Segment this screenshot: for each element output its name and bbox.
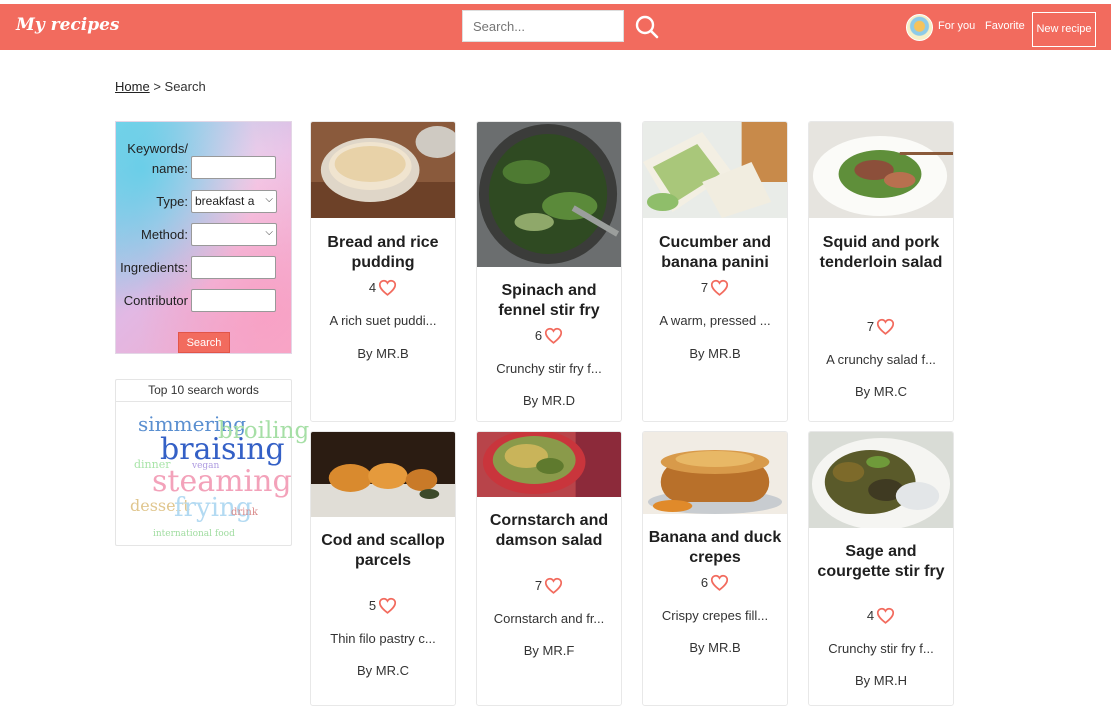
chevron-down-icon: ⌵	[265, 194, 273, 205]
nav-favorite[interactable]: Favorite	[985, 20, 1025, 32]
heart-icon[interactable]	[710, 279, 729, 296]
recipe-author: By MR.D	[523, 393, 575, 408]
recipe-likes: 6	[477, 327, 621, 344]
like-count: 6	[700, 575, 709, 591]
recipe-title[interactable]: Cucumber and banana panini	[647, 233, 783, 272]
recipe-title[interactable]: Squid and pork tenderloin salad	[813, 233, 949, 272]
top-search-words-panel: Top 10 search words simmering broiling b…	[115, 379, 309, 546]
recipe-card[interactable]: Spinach and fennel stir fry 6 Crunchy st…	[476, 121, 622, 422]
recipe-title[interactable]: Cod and scallop parcels	[315, 531, 451, 570]
recipe-description: A rich suet puddi...	[329, 313, 437, 328]
recipe-description: Cornstarch and fr...	[493, 611, 605, 626]
word-cloud-item[interactable]: drink	[231, 508, 258, 518]
type-select-value: breakfast a	[195, 194, 255, 208]
recipe-author: By MR.H	[855, 673, 907, 688]
recipe-card[interactable]: Cornstarch and damson salad 7 Cornstarch…	[476, 431, 622, 706]
recipe-author: By MR.C	[357, 663, 409, 678]
sandwich-photo[interactable]	[643, 122, 787, 218]
like-count: 7	[700, 280, 709, 296]
recipe-title[interactable]: Sage and courgette stir fry	[813, 542, 949, 581]
recipe-likes: 4	[311, 279, 455, 296]
user-avatar[interactable]	[906, 14, 933, 41]
new-recipe-button[interactable]: New recipe	[1032, 12, 1096, 47]
brand-logo[interactable]: My recipes	[16, 15, 119, 35]
ingredients-label: Ingredients:	[120, 260, 188, 275]
heart-icon[interactable]	[378, 279, 397, 296]
keywords-label-line1: Keywords/	[127, 141, 188, 156]
recipe-title[interactable]: Cornstarch and damson salad	[481, 511, 617, 550]
recipe-card[interactable]: Cucumber and banana panini 7 A warm, pre…	[642, 121, 788, 422]
like-count: 4	[368, 280, 377, 296]
recipe-card[interactable]: Cod and scallop parcels 5 Thin filo past…	[310, 431, 456, 706]
recipe-likes: 5	[311, 597, 455, 614]
courgette-bowl-photo[interactable]	[809, 432, 953, 528]
breadcrumb-home-link[interactable]: Home	[115, 79, 150, 94]
recipe-title[interactable]: Banana and duck crepes	[647, 528, 783, 567]
word-cloud-item[interactable]: braising	[160, 435, 285, 465]
recipe-description: Crunchy stir fry f...	[828, 641, 934, 656]
recipe-likes: 7	[643, 279, 787, 296]
like-count: 6	[534, 328, 543, 344]
recipe-likes: 7	[809, 318, 953, 335]
type-label: Type:	[156, 194, 188, 209]
recipe-author: By MR.B	[689, 346, 741, 361]
keywords-label-line2: name:	[151, 161, 188, 176]
breadcrumb: Home > Search	[115, 79, 206, 94]
pancake-stack-photo[interactable]	[643, 432, 787, 514]
recipe-card[interactable]: Banana and duck crepes 6 Crispy crepes f…	[642, 431, 788, 706]
rice-pudding-photo[interactable]	[311, 122, 455, 218]
like-count: 7	[534, 578, 543, 594]
heart-icon[interactable]	[876, 607, 895, 624]
search-icon[interactable]	[634, 14, 660, 40]
salad-plate-photo[interactable]	[809, 122, 953, 218]
search-input[interactable]	[462, 10, 624, 42]
grain-salad-photo[interactable]	[477, 432, 621, 497]
recipe-author: By MR.F	[523, 643, 575, 658]
breadcrumb-current: Search	[164, 79, 206, 94]
contributor-label: Contributor	[123, 293, 188, 308]
type-select[interactable]: breakfast a ⌵	[191, 190, 277, 213]
recipe-description: A warm, pressed ...	[659, 313, 771, 328]
ingredients-field[interactable]	[191, 256, 276, 279]
contributor-field[interactable]	[191, 289, 276, 312]
recipe-description: A crunchy salad f...	[826, 352, 936, 367]
recipe-author: By MR.B	[689, 640, 741, 655]
breadcrumb-separator: >	[153, 79, 161, 94]
heart-icon[interactable]	[876, 318, 895, 335]
scallop-photo[interactable]	[311, 432, 455, 517]
stir-fry-pan-photo[interactable]	[477, 122, 621, 267]
heart-icon[interactable]	[544, 327, 563, 344]
word-cloud-item[interactable]: international food	[153, 530, 235, 539]
filter-search-button[interactable]: Search	[178, 332, 230, 353]
recipe-likes: 6	[643, 574, 787, 591]
chevron-down-icon: ⌵	[265, 227, 273, 238]
heart-icon[interactable]	[544, 577, 563, 594]
recipe-description: Crunchy stir fry f...	[496, 361, 602, 376]
keywords-field[interactable]	[191, 156, 276, 179]
like-count: 7	[866, 319, 875, 335]
top-navbar: My recipes For you Favorite New recipe	[0, 4, 1111, 50]
recipe-description: Thin filo pastry c...	[330, 631, 436, 646]
recipe-card[interactable]: Squid and pork tenderloin salad 7 A crun…	[808, 121, 954, 422]
nav-for-you[interactable]: For you	[938, 20, 975, 32]
heart-icon[interactable]	[710, 574, 729, 591]
recipe-description: Crispy crepes fill...	[661, 608, 769, 623]
recipe-likes: 7	[477, 577, 621, 594]
top-search-words-title: Top 10 search words	[116, 380, 291, 402]
method-select[interactable]: ⌵	[191, 223, 277, 246]
method-label: Method:	[141, 227, 188, 242]
recipe-card[interactable]: Sage and courgette stir fry 4 Crunchy st…	[808, 431, 954, 706]
recipe-likes: 4	[809, 607, 953, 624]
like-count: 5	[368, 598, 377, 614]
like-count: 4	[866, 608, 875, 624]
recipe-title[interactable]: Bread and rice pudding	[315, 233, 451, 272]
search-filter-panel: Keywords/ name: Type: breakfast a ⌵ Meth…	[115, 121, 292, 354]
recipe-author: By MR.B	[357, 346, 409, 361]
heart-icon[interactable]	[378, 597, 397, 614]
recipe-title[interactable]: Spinach and fennel stir fry	[481, 281, 617, 320]
recipe-card[interactable]: Bread and rice pudding 4 A rich suet pud…	[310, 121, 456, 422]
recipe-author: By MR.C	[855, 384, 907, 399]
